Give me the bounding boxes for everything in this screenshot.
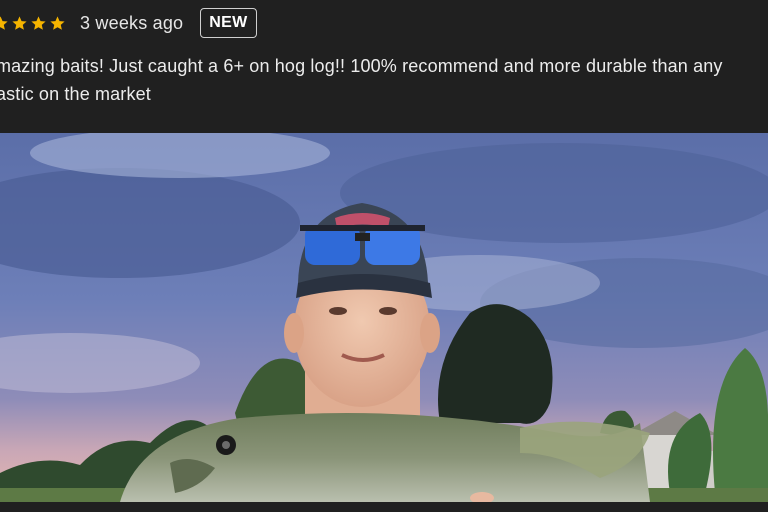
star-icon — [0, 15, 8, 30]
review-text-line-2: astic on the market — [0, 84, 151, 104]
star-icon — [31, 15, 46, 30]
new-badge: NEW — [200, 8, 257, 38]
star-icon — [50, 15, 65, 30]
review-card: 3 weeks ago NEW mazing baits! Just caugh… — [0, 0, 768, 512]
review-text-line-1: mazing baits! Just caught a 6+ on hog lo… — [0, 56, 723, 76]
review-date: 3 weeks ago — [80, 12, 184, 33]
star-icon — [12, 15, 27, 30]
bottom-divider — [0, 502, 768, 512]
review-photo[interactable] — [0, 133, 768, 502]
review-text: mazing baits! Just caught a 6+ on hog lo… — [0, 52, 768, 108]
review-header: 3 weeks ago NEW — [0, 7, 257, 39]
photo-image — [0, 133, 768, 502]
star-rating — [0, 15, 68, 32]
